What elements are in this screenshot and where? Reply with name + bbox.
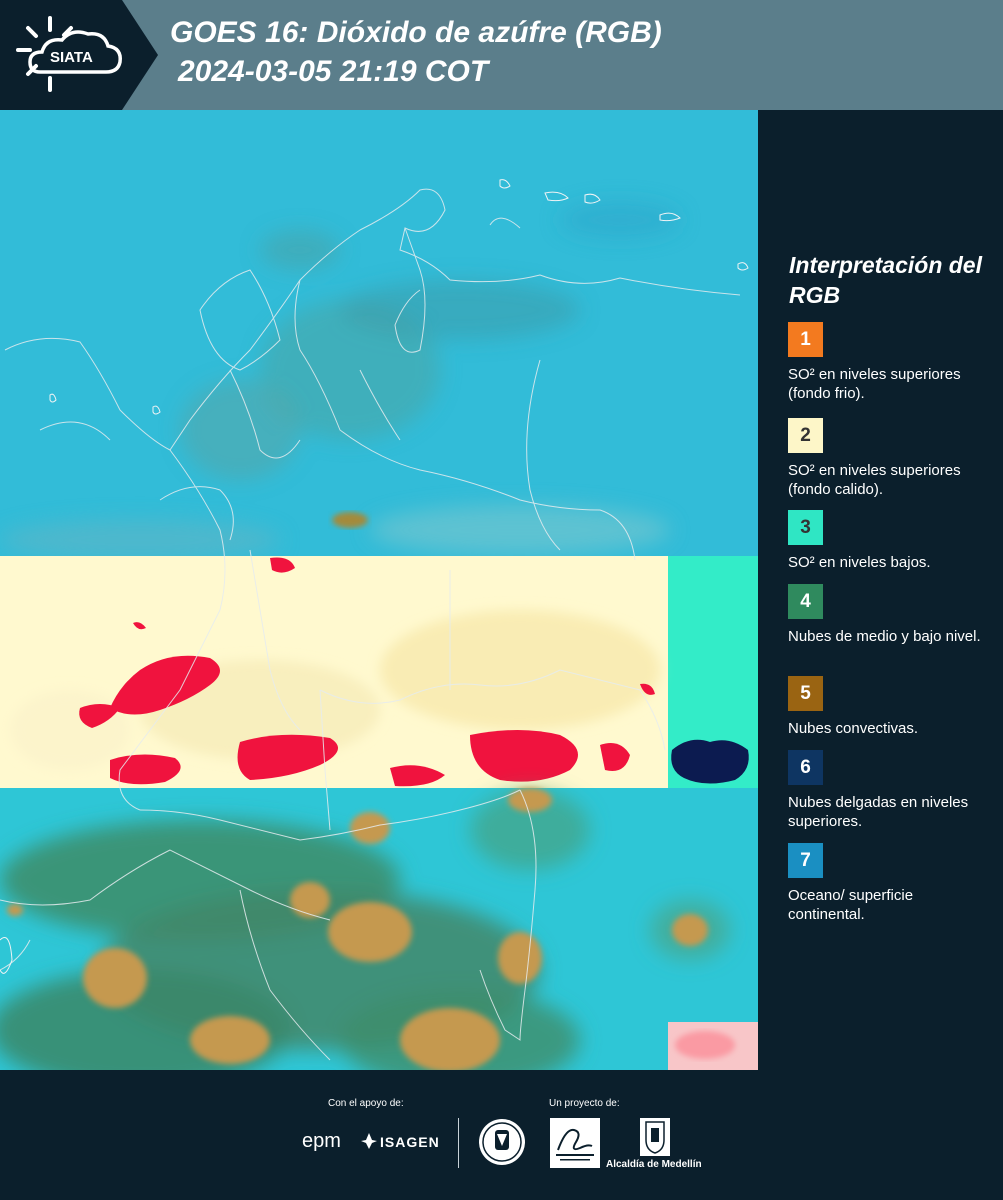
logo-text: SIATA [50,49,93,66]
legend-label-4: Nubes de medio y bajo nivel. [788,628,981,645]
legend-swatch-4: 4 [788,584,823,619]
legend-label-7: Oceano/ superficie continental. [788,887,914,923]
footer: Con el apoyo de: Un proyecto de: epm ISA… [0,1070,1003,1200]
satellite-image [0,110,758,1070]
siata-logo[interactable]: SIATA [0,0,158,110]
legend-label-2: SO² en niveles superiores (fondo calido)… [788,462,961,498]
legend-swatch-6: 6 [788,750,823,785]
page-timestamp: 2024-03-05 21:19 COT [178,55,489,88]
satellite-map[interactable] [0,110,758,1070]
support-label: Con el apoyo de: [328,1098,404,1109]
legend-swatch-1: 1 [788,322,823,357]
legend-label-6: Nubes delgadas en niveles superiores. [788,794,969,830]
legend-title: Interpretación del RGB [789,252,982,308]
medellin-label[interactable]: Alcaldía de Medellín [606,1159,702,1170]
medellin-shield-icon[interactable] [640,1118,670,1156]
header-bar: SIATA GOES 16: Dióxido de azúfre (RGB) 2… [0,0,1003,110]
isagen-logo-icon [361,1133,377,1149]
legend-swatch-3: 3 [788,510,823,545]
legend-swatch-7: 7 [788,843,823,878]
page-title: GOES 16: Dióxido de azúfre (RGB) [170,16,662,49]
area-metropolitana-logo-icon[interactable] [550,1118,600,1168]
project-label: Un proyecto de: [549,1098,620,1109]
epm-logo[interactable]: epm [302,1130,341,1153]
footer-divider [458,1118,459,1168]
isagen-logo[interactable]: ISAGEN [380,1134,440,1150]
seal-logo-icon[interactable] [478,1118,526,1166]
legend-label-3: SO² en niveles bajos. [788,554,931,571]
legend-swatch-2: 2 [788,418,823,453]
legend-swatch-5: 5 [788,676,823,711]
legend-panel: Interpretación del RGB 1 SO² en niveles … [758,110,1003,1070]
siata-logo-badge: SIATA [0,0,158,110]
legend-label-1: SO² en niveles superiores (fondo frio). [788,366,961,402]
legend-label-5: Nubes convectivas. [788,720,919,737]
